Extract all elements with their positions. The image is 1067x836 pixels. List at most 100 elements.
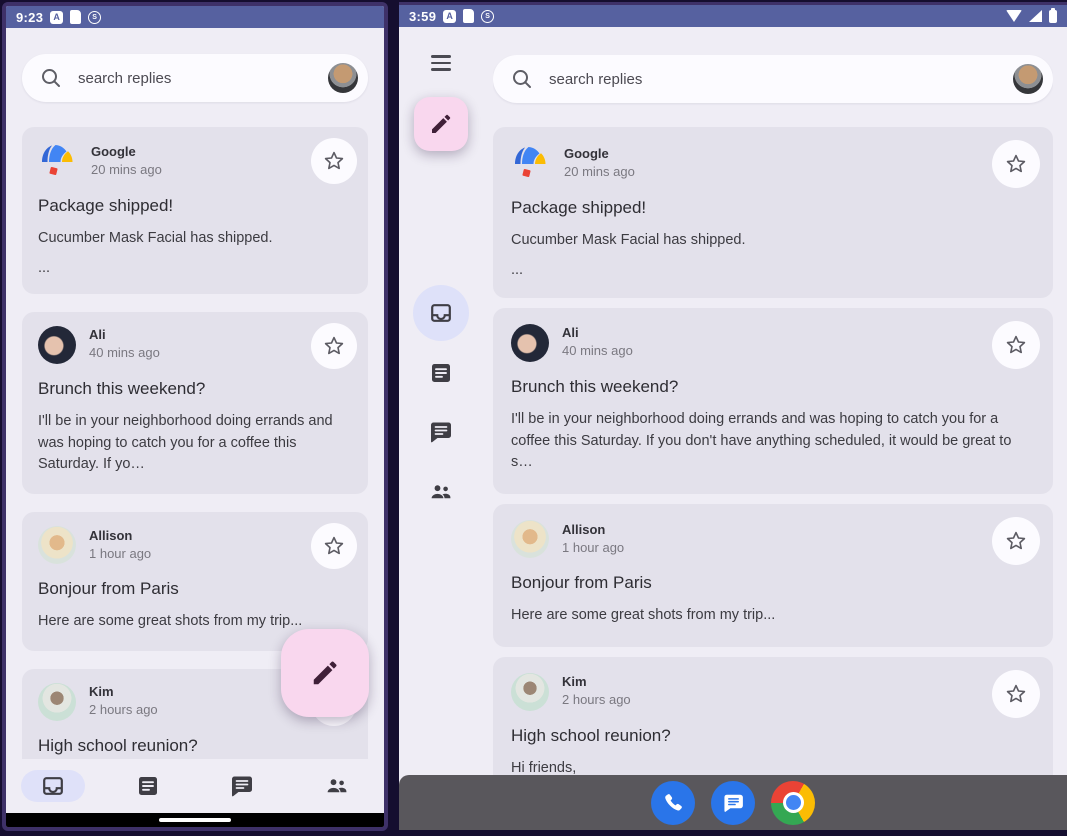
- s-circle-icon: S: [88, 11, 101, 24]
- email-subject: Brunch this weekend?: [511, 377, 1035, 397]
- email-header: Allison 1 hour ago: [511, 520, 1035, 558]
- nav-articles[interactable]: [101, 759, 196, 813]
- compose-fab[interactable]: [281, 629, 369, 717]
- chrome-app-icon[interactable]: [771, 781, 815, 825]
- star-button[interactable]: [992, 321, 1040, 369]
- tablet-content: search replies Google 20 mins ago Packag…: [399, 27, 1067, 830]
- sender-name: Google: [91, 144, 162, 161]
- google-logo-icon: [38, 141, 78, 181]
- star-icon: [322, 334, 346, 358]
- chat-icon: [429, 420, 453, 444]
- search-bar[interactable]: search replies: [22, 54, 368, 102]
- taskbar: [399, 775, 1067, 830]
- email-subject: Bonjour from Paris: [38, 579, 352, 599]
- wifi-icon: [1006, 10, 1022, 22]
- email-card[interactable]: Allison 1 hour ago Bonjour from Paris He…: [493, 504, 1053, 647]
- email-card[interactable]: Ali 40 mins ago Brunch this weekend? I'l…: [22, 312, 368, 494]
- email-subject: Bonjour from Paris: [511, 573, 1035, 593]
- email-card[interactable]: Ali 40 mins ago Brunch this weekend? I'l…: [493, 308, 1053, 494]
- messages-app-icon[interactable]: [711, 781, 755, 825]
- menu-icon: [431, 55, 451, 70]
- sender-name: Allison: [89, 528, 151, 545]
- bottom-navigation: [6, 759, 384, 813]
- email-card[interactable]: Google 20 mins ago Package shipped! Cucu…: [493, 127, 1053, 298]
- email-header: Ali 40 mins ago: [38, 326, 352, 364]
- rail-chat[interactable]: [399, 404, 483, 460]
- message-bubble-icon: [721, 790, 746, 815]
- sender-avatar: [38, 526, 76, 564]
- email-time: 2 hours ago: [562, 692, 631, 709]
- email-more: ...: [511, 262, 1035, 278]
- inbox-icon: [41, 774, 65, 798]
- people-icon: [325, 774, 349, 798]
- home-indicator[interactable]: [159, 818, 231, 822]
- compose-fab[interactable]: [414, 97, 468, 151]
- call-icon: [660, 790, 686, 816]
- email-subject: Package shipped!: [38, 196, 352, 216]
- star-icon: [322, 534, 346, 558]
- nav-chat[interactable]: [195, 759, 290, 813]
- rail-inbox[interactable]: [399, 285, 483, 341]
- sender-name: Kim: [89, 684, 158, 701]
- rail-articles[interactable]: [399, 345, 483, 401]
- google-logo-icon: [511, 143, 551, 183]
- search-bar[interactable]: search replies: [493, 55, 1053, 103]
- pencil-icon: [310, 658, 340, 688]
- email-card[interactable]: Google 20 mins ago Package shipped! Cucu…: [22, 127, 368, 294]
- sender-avatar: [511, 520, 549, 558]
- search-placeholder: search replies: [549, 71, 642, 88]
- email-header: Google 20 mins ago: [38, 141, 352, 181]
- star-button[interactable]: [311, 323, 357, 369]
- sender-avatar: [38, 683, 76, 721]
- phone-content: search replies Google 20 mins ago Packag…: [6, 28, 384, 813]
- tablet-clock: 3:59: [409, 9, 436, 24]
- star-icon: [1004, 152, 1028, 176]
- chat-icon: [230, 774, 254, 798]
- file-notification-icon: [70, 10, 81, 24]
- tablet-status-bar: 3:59 A S: [399, 5, 1067, 27]
- pencil-icon: [429, 112, 453, 136]
- email-list: Google 20 mins ago Package shipped! Cucu…: [22, 127, 368, 831]
- email-card[interactable]: Kim 2 hours ago High school reunion? Hi …: [493, 657, 1053, 775]
- search-icon: [40, 67, 62, 89]
- email-body: I'll be in your neighborhood doing erran…: [511, 409, 1035, 474]
- rail-people[interactable]: [399, 464, 483, 520]
- star-icon: [1004, 333, 1028, 357]
- email-body: Here are some great shots from my trip..…: [511, 605, 1035, 627]
- phone-status-bar: 9:23 A S: [6, 6, 384, 28]
- sender-name: Ali: [562, 325, 633, 342]
- star-button[interactable]: [992, 140, 1040, 188]
- star-button[interactable]: [992, 517, 1040, 565]
- star-icon: [1004, 682, 1028, 706]
- star-icon: [1004, 529, 1028, 553]
- email-time: 40 mins ago: [562, 343, 633, 360]
- email-subject: Package shipped!: [511, 198, 1035, 218]
- account-avatar[interactable]: [1013, 64, 1043, 94]
- email-body: Cucumber Mask Facial has shipped.: [38, 228, 352, 250]
- battery-icon: [1049, 10, 1057, 23]
- tablet-main: search replies Google 20 mins ago Packag…: [493, 55, 1053, 775]
- star-button[interactable]: [311, 138, 357, 184]
- sender-avatar: [511, 673, 549, 711]
- account-avatar[interactable]: [328, 63, 358, 93]
- email-time: 20 mins ago: [564, 164, 635, 181]
- menu-button[interactable]: [399, 51, 483, 75]
- chrome-icon: [783, 792, 804, 813]
- navigation-rail: [399, 27, 483, 775]
- nav-people[interactable]: [290, 759, 385, 813]
- sender-avatar: [511, 324, 549, 362]
- email-header: Google 20 mins ago: [511, 143, 1035, 183]
- people-icon: [429, 480, 453, 504]
- star-button[interactable]: [311, 523, 357, 569]
- articles-icon: [429, 361, 453, 385]
- sender-avatar: [38, 326, 76, 364]
- nav-inbox[interactable]: [6, 759, 101, 813]
- sender-name: Ali: [89, 327, 160, 344]
- phone-app-icon[interactable]: [651, 781, 695, 825]
- sender-name: Kim: [562, 674, 631, 691]
- email-list: Google 20 mins ago Package shipped! Cucu…: [493, 127, 1053, 775]
- star-button[interactable]: [992, 670, 1040, 718]
- email-time: 20 mins ago: [91, 162, 162, 179]
- email-body: Cucumber Mask Facial has shipped.: [511, 230, 1035, 252]
- email-more: ...: [38, 260, 352, 276]
